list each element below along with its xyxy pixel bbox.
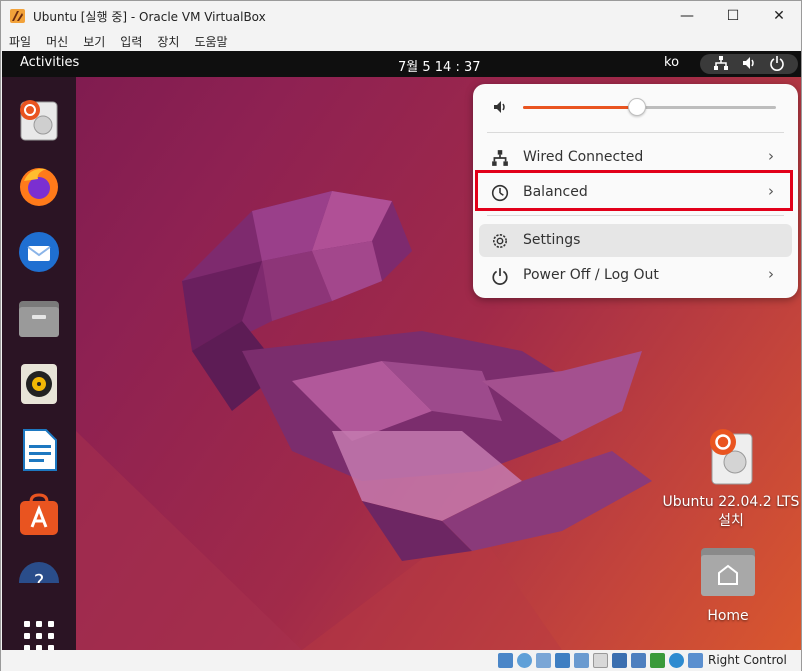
menu-input[interactable]: 입력: [120, 33, 142, 50]
virtualbox-app-icon: [10, 9, 25, 23]
home-folder-icon: [701, 548, 755, 596]
thunderbird-icon[interactable]: [16, 229, 62, 275]
minimize-icon: —: [680, 8, 694, 24]
close-icon: ✕: [773, 8, 785, 24]
volume-icon: [741, 55, 757, 75]
desktop-installer-icon[interactable]: Ubuntu 22.04.2 LTS 설치: [662, 428, 800, 530]
hard-disk-status-icon[interactable]: [498, 653, 513, 668]
volume-knob[interactable]: [628, 98, 646, 116]
installer-label: Ubuntu 22.04.2 LTS: [662, 494, 800, 510]
power-off-logout-item[interactable]: Power Off / Log Out ›: [479, 259, 792, 292]
maximize-icon: ☐: [726, 8, 740, 24]
system-menu-button[interactable]: [700, 54, 798, 74]
app-center-icon[interactable]: [16, 493, 62, 539]
menu-devices[interactable]: 장치: [157, 33, 179, 50]
menubar: 파일 머신 보기 입력 장치 도움말: [1, 31, 801, 51]
rhythmbox-icon[interactable]: [16, 361, 62, 407]
recording-status-icon[interactable]: [631, 653, 646, 668]
network-icon: [713, 55, 729, 75]
clock[interactable]: 7월 5 14 : 37: [398, 56, 481, 75]
vm-status-bar: Right Control: [1, 650, 801, 671]
usb-status-icon[interactable]: [574, 653, 589, 668]
help-icon[interactable]: ?: [16, 559, 62, 583]
close-button[interactable]: ✕: [756, 1, 802, 31]
menu-view[interactable]: 보기: [83, 33, 105, 50]
host-key-label: Right Control: [708, 653, 787, 667]
home-label: Home: [707, 608, 749, 624]
minimize-button[interactable]: —: [664, 1, 710, 31]
installer-disk-icon: [710, 429, 753, 485]
show-apps-icon[interactable]: [24, 621, 54, 650]
settings-label: Settings: [523, 232, 581, 248]
power-icon: [491, 267, 509, 285]
chevron-right-icon: ›: [768, 147, 774, 165]
volume-slider[interactable]: [473, 84, 798, 130]
chevron-right-icon: ›: [768, 265, 774, 283]
cpu-status-icon[interactable]: [650, 653, 665, 668]
virtualbox-window: Ubuntu [실행 중] - Oracle VM VirtualBox — ☐…: [0, 0, 802, 671]
power-off-logout-label: Power Off / Log Out: [523, 267, 659, 283]
speaker-icon: [492, 99, 508, 119]
settings-highlight-box: [475, 170, 793, 211]
network-wired-icon: [491, 149, 509, 167]
writer-icon[interactable]: [16, 427, 62, 473]
activities-button[interactable]: Activities: [20, 55, 79, 70]
menu-help[interactable]: 도움말: [194, 33, 227, 50]
audio-status-icon[interactable]: [536, 653, 551, 668]
volume-track[interactable]: [523, 106, 776, 109]
keyboard-status-icon[interactable]: [688, 653, 703, 668]
installer-label-2: 설치: [718, 513, 744, 529]
mouse-integration-status-icon[interactable]: [669, 653, 684, 668]
separator: [487, 215, 784, 216]
volume-fill: [523, 106, 637, 109]
desktop-home-icon[interactable]: Home: [692, 546, 764, 624]
optical-drive-status-icon[interactable]: [517, 653, 532, 668]
svg-text:?: ?: [34, 570, 45, 583]
input-language-indicator[interactable]: ko: [664, 55, 679, 70]
menu-machine[interactable]: 머신: [46, 33, 68, 50]
network-status-icon[interactable]: [555, 653, 570, 668]
display-status-icon[interactable]: [612, 653, 627, 668]
files-icon[interactable]: [16, 295, 62, 341]
menu-file[interactable]: 파일: [9, 33, 31, 50]
gnome-top-bar: Activities 7월 5 14 : 37 ko: [2, 51, 801, 77]
separator: [487, 132, 784, 133]
window-titlebar: Ubuntu [실행 중] - Oracle VM VirtualBox — ☐…: [1, 1, 801, 31]
installer-icon[interactable]: [16, 97, 62, 143]
power-icon: [769, 55, 785, 75]
settings-gear-icon: [491, 232, 509, 250]
maximize-button[interactable]: ☐: [710, 1, 756, 31]
window-title: Ubuntu [실행 중] - Oracle VM VirtualBox: [33, 10, 266, 24]
shared-folders-status-icon[interactable]: [593, 653, 608, 668]
vm-display[interactable]: Activities 7월 5 14 : 37 ko ? Ubuntu 22.0…: [2, 51, 801, 650]
wired-connected-label: Wired Connected: [523, 149, 644, 165]
dock: ?: [2, 77, 76, 650]
settings-item[interactable]: Settings: [479, 224, 792, 257]
firefox-icon[interactable]: [16, 163, 62, 209]
